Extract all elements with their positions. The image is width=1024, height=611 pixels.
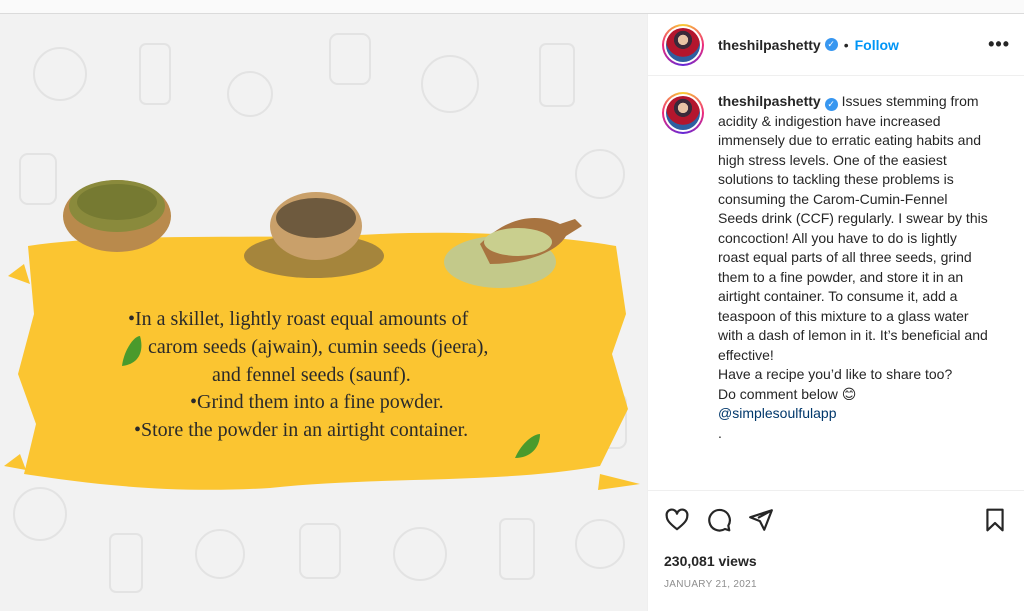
recipe-line-3: and fennel seeds (saunf).	[212, 364, 411, 386]
post-frame: •In a skillet, lightly roast equal amoun…	[0, 13, 1024, 611]
comments-section[interactable]: theshilpashetty ✓ Issues stemming from ac…	[648, 76, 1024, 490]
caption-avatar[interactable]	[662, 92, 704, 134]
post-date[interactable]: JANUARY 21, 2021	[664, 579, 1008, 590]
recipe-line-2: carom seeds (ajwain), cumin seeds (jeera…	[148, 336, 489, 358]
recipe-line-5: •Store the powder in an airtight contain…	[134, 419, 469, 441]
follow-button[interactable]: Follow	[855, 37, 899, 53]
caption-body: Issues stemming from acidity & indigesti…	[718, 93, 988, 363]
more-options-icon[interactable]: •••	[988, 34, 1010, 55]
mention-link[interactable]: @simplesoulfulapp	[718, 405, 837, 421]
caption-text: theshilpashetty ✓ Issues stemming from ac…	[718, 92, 990, 443]
caption-username[interactable]: theshilpashetty	[718, 93, 821, 109]
caption: theshilpashetty ✓ Issues stemming from ac…	[662, 92, 1010, 443]
caption-trailing: .	[718, 424, 722, 441]
action-icons	[664, 491, 1008, 549]
views-count[interactable]: 230,081 views	[664, 553, 1008, 569]
post-actions: 230,081 views JANUARY 21, 2021	[648, 490, 1024, 611]
recipe-line-4: •Grind them into a fine powder.	[190, 391, 444, 413]
heart-icon[interactable]	[664, 507, 690, 533]
caption-line-3: Do comment below 😊	[718, 385, 857, 402]
caption-verified-badge-icon: ✓	[824, 98, 838, 111]
comment-icon[interactable]	[706, 507, 732, 533]
header-username[interactable]: theshilpashetty	[718, 37, 821, 53]
verified-badge-icon: ✓	[824, 38, 838, 51]
post-header: theshilpashetty ✓ • Follow •••	[648, 14, 1024, 76]
bookmark-icon[interactable]	[982, 507, 1008, 533]
post-side-panel: theshilpashetty ✓ • Follow ••• theshilpa…	[648, 14, 1024, 611]
send-icon[interactable]	[748, 507, 774, 533]
caption-line-2: Have a recipe you’d like to share too?	[718, 366, 953, 382]
post-media[interactable]: •In a skillet, lightly roast equal amoun…	[0, 14, 648, 611]
separator-dot: •	[843, 36, 849, 53]
recipe-line-1: •In a skillet, lightly roast equal amoun…	[128, 308, 469, 330]
avatar[interactable]	[662, 23, 704, 66]
